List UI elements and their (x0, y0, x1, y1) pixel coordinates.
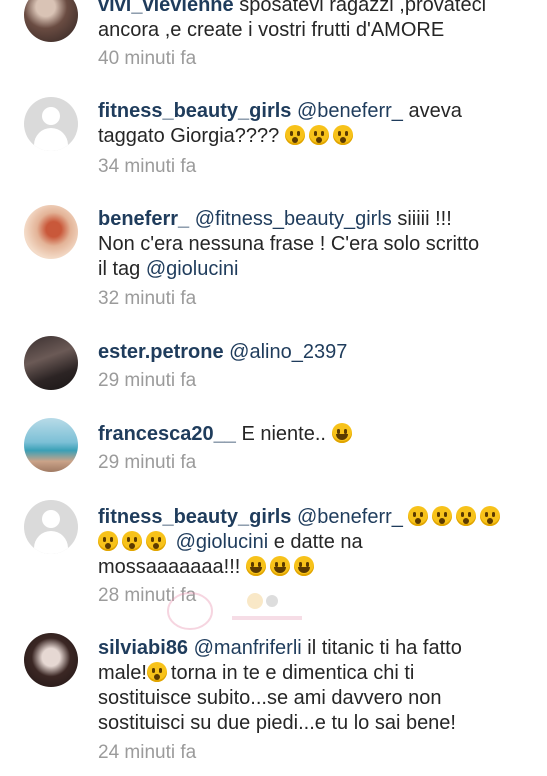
face-screaming-emoji-icon (432, 506, 453, 526)
comment-body: aveva (402, 100, 462, 122)
comment-username[interactable]: silviabi86 (98, 637, 188, 659)
comment-text: vivi_vievienne sposatevi ragazzi ,provat… (98, 0, 527, 43)
comment-body: siiiii !!! (391, 208, 452, 230)
default-avatar-shoulders (34, 531, 68, 554)
face-screaming-emoji-icon (408, 506, 429, 526)
comment-body: sostituisci su due piedi...e tu lo sai b… (98, 712, 456, 734)
laughing-emoji-icon (269, 556, 290, 576)
face-screaming-emoji-icon (332, 125, 353, 145)
comment-text: francesca20__ E niente.. (98, 422, 527, 447)
avatar[interactable] (24, 633, 78, 687)
face-screaming-emoji-icon (122, 531, 142, 551)
comment-body: Non c'era nessuna frase ! C'era solo scr… (98, 233, 480, 255)
face-screaming-emoji-icon (98, 531, 118, 551)
comment-username[interactable]: beneferr_ (98, 208, 189, 230)
comment-text: silviabi86 @manfriferli il titanic ti ha… (98, 636, 527, 736)
comment-timestamp: 34 minuti fa (98, 156, 197, 177)
comment-text: fitness_beauty_girls @beneferr_ @gioluci… (98, 505, 527, 580)
comment-timestamp: 32 minuti fa (98, 288, 197, 309)
comment-body: ancora ,e create i vostri frutti d'AMORE (98, 19, 445, 41)
default-avatar-head (42, 107, 60, 125)
avatar[interactable] (24, 0, 78, 42)
default-avatar-head (42, 510, 60, 528)
comment-timestamp: 40 minuti fa (98, 48, 197, 69)
default-avatar-shoulders (34, 128, 68, 151)
comment-text: beneferr_ @fitness_beauty_girls siiiii !… (98, 207, 527, 282)
comment-text: fitness_beauty_girls @beneferr_ aveva ta… (98, 99, 527, 149)
mention-link[interactable]: @giolucini (146, 258, 239, 280)
mention-link[interactable]: @beneferr_ (297, 100, 403, 122)
comment-username[interactable]: fitness_beauty_girls (98, 506, 291, 528)
comment-body: sposatevi ragazzi ,provateci (239, 0, 487, 16)
comment-body: e datte na (268, 531, 363, 553)
mention-link[interactable]: @beneferr_ (297, 506, 403, 528)
comment-timestamp: 28 minuti fa (98, 585, 197, 606)
mention-link[interactable]: @manfriferli (194, 637, 302, 659)
laughing-emoji-icon (245, 556, 266, 576)
comment-body: il tag (98, 258, 146, 280)
face-screaming-emoji-icon (480, 506, 501, 526)
mention-link[interactable]: @alino_2397 (229, 341, 347, 363)
comment-body: il titanic ti ha fatto (301, 637, 462, 659)
avatar[interactable] (24, 418, 78, 472)
comment-timestamp: 29 minuti fa (98, 452, 197, 473)
comment-body: male! (98, 662, 147, 684)
face-screaming-emoji-icon (308, 125, 329, 145)
kissing-emoji-icon (146, 662, 167, 682)
comment-body: mossaaaaaaa!!! (98, 556, 241, 578)
laughing-emoji-icon (331, 423, 352, 443)
comment-body: E niente.. (235, 423, 326, 445)
mention-link[interactable]: @fitness_beauty_girls (195, 208, 392, 230)
avatar[interactable] (24, 205, 78, 259)
face-screaming-emoji-icon (146, 531, 166, 551)
laughing-emoji-icon (293, 556, 314, 576)
comment-body: sostituisce subito...se ami davvero non (98, 687, 442, 709)
comment-text: ester.petrone @alino_2397 (98, 340, 527, 365)
comment-username[interactable]: vivi_vievienne (98, 0, 234, 16)
comment-body: taggato Giorgia???? (98, 125, 280, 147)
face-screaming-emoji-icon (456, 506, 477, 526)
comment-username[interactable]: francesca20__ (98, 423, 236, 445)
avatar[interactable] (24, 500, 78, 554)
mention-link[interactable]: @giolucini (176, 531, 269, 553)
face-screaming-emoji-icon (284, 125, 305, 145)
comment-body: torna in te e dimentica chi ti (170, 662, 415, 684)
comment-timestamp: 29 minuti fa (98, 370, 197, 391)
avatar[interactable] (24, 336, 78, 390)
comment-username[interactable]: fitness_beauty_girls (98, 100, 291, 122)
comment-username[interactable]: ester.petrone (98, 341, 224, 363)
comment-timestamp: 24 minuti fa (98, 742, 197, 763)
avatar[interactable] (24, 97, 78, 151)
